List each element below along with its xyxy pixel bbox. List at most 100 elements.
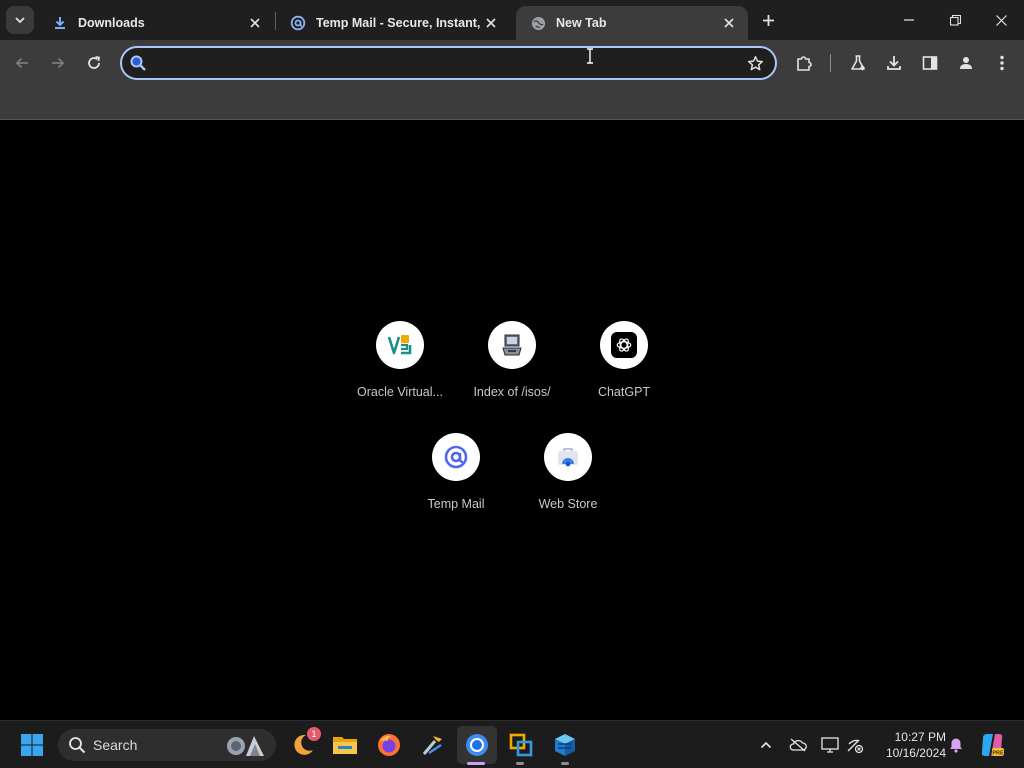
minimize-button[interactable] [886,0,932,40]
search-icon [69,737,86,754]
computer-icon [502,334,522,356]
arrow-left-icon [15,57,28,69]
windows-logo-icon [21,734,43,756]
shortcut-label: Oracle Virtual... [357,385,443,399]
close-tab-icon[interactable] [720,14,738,32]
taskbar-app-file-explorer[interactable] [329,729,361,761]
tools-icon [422,736,442,755]
restore-icon [949,14,961,26]
firefox-icon [378,734,400,756]
plus-icon [762,14,774,26]
show-hidden-icons-button[interactable] [756,735,776,755]
address-bar[interactable] [120,46,777,80]
taskbar: Search 1 10:27 PM 10/16/2024 PRE [0,720,1024,768]
tab-title: Temp Mail - Secure, Instant, Fa [316,16,482,30]
profile-button[interactable] [951,48,981,78]
tray-onedrive[interactable] [788,735,808,755]
close-tab-icon[interactable] [482,14,500,32]
restore-button[interactable] [932,0,978,40]
virtualbox-icon [387,335,412,355]
monitor-icon [821,737,839,753]
taskbar-app-chrome[interactable] [461,729,493,761]
taskbar-app-virtualbox[interactable] [549,729,581,761]
search-icon [128,53,148,73]
profile-icon [960,57,972,69]
shortcut-label: ChatGPT [597,385,651,399]
reload-button[interactable] [79,48,109,78]
tray-display[interactable] [820,735,840,755]
bookmarks-bar [0,85,1024,120]
copilot-button[interactable]: PRE [976,729,1008,761]
side-panel-icon [922,56,938,70]
running-indicator [561,762,569,765]
shortcut-icon-circle [544,433,592,481]
chatgpt-icon [611,332,637,358]
close-tab-icon[interactable] [246,14,264,32]
tab-search-button[interactable] [6,6,34,34]
back-button[interactable] [7,48,37,78]
address-input[interactable] [156,52,736,74]
tab-downloads[interactable]: Downloads [38,6,274,40]
running-indicator [516,762,524,765]
clock-date: 10/16/2024 [885,746,946,760]
clock-time: 10:27 PM [894,730,946,744]
shortcut-icon-circle [600,321,648,369]
chevron-down-icon [15,17,25,24]
globe-icon [530,15,546,31]
reload-icon [88,56,101,69]
folder-icon [333,737,357,754]
shortcut-icon-circle [488,321,536,369]
shortcut-icon-circle [432,433,480,481]
taskbar-app-tool[interactable] [417,729,449,761]
shortcut-icon-circle [376,321,424,369]
shortcut-tile[interactable]: Oracle Virtual... [344,321,456,421]
notifications-button[interactable] [946,735,966,755]
taskbar-app-vmware[interactable] [505,729,537,761]
minimize-icon [904,19,914,21]
tab-title: Downloads [78,16,145,30]
new-tab-page: Oracle Virtual... Index of /isos/ ChatGP… [0,48,1024,719]
puzzle-piece-icon [797,56,812,71]
download-icon [887,56,901,70]
svg-text:PRE: PRE [992,751,1004,757]
shortcut-label: Temp Mail [427,497,485,511]
tab-temp-mail[interactable]: Temp Mail - Secure, Instant, Fa [276,6,510,40]
extensions-button[interactable] [789,48,819,78]
shortcut-tile[interactable]: ChatGPT [568,321,680,421]
kebab-menu-icon [1000,55,1004,71]
taskbar-app-firefox[interactable] [373,729,405,761]
bell-icon [950,738,962,753]
network-disconnected-icon [847,739,864,753]
shortcut-tile[interactable]: Web Store [512,433,624,533]
tab-strip: Downloads Temp Mail - Secure, Instant, F… [0,0,1024,40]
shortcut-label: Web Store [538,497,598,511]
downloads-button[interactable] [879,48,909,78]
close-window-button[interactable] [978,0,1024,40]
tab-new-tab[interactable]: New Tab [516,6,748,40]
download-icon [52,15,68,31]
shortcut-tile[interactable]: Temp Mail [400,433,512,533]
chrome-labs-button[interactable] [843,48,873,78]
clock[interactable]: 10:27 PM 10/16/2024 [872,729,946,761]
new-tab-button[interactable] [756,8,780,32]
web-store-icon [558,448,578,467]
taskbar-app-weather[interactable]: 1 [287,727,321,761]
shortcut-label: Index of /isos/ [473,385,551,399]
bookmark-star-icon[interactable] [745,53,765,73]
menu-button[interactable] [987,48,1017,78]
flask-icon [851,55,865,71]
cloud-offline-icon [789,738,807,752]
tray-network[interactable] [845,735,865,755]
start-button[interactable] [16,729,48,761]
tab-title: New Tab [556,16,607,30]
taskbar-search-box[interactable]: Search [58,729,276,761]
at-sign-icon [290,15,306,31]
chevron-up-icon [760,741,772,749]
copilot-icon: PRE [981,734,1004,757]
notification-badge: 1 [307,727,321,741]
side-panel-button[interactable] [915,48,945,78]
forward-button[interactable] [43,48,73,78]
arrow-right-icon [52,57,65,69]
browser-toolbar [0,40,1024,85]
shortcut-tile[interactable]: Index of /isos/ [456,321,568,421]
